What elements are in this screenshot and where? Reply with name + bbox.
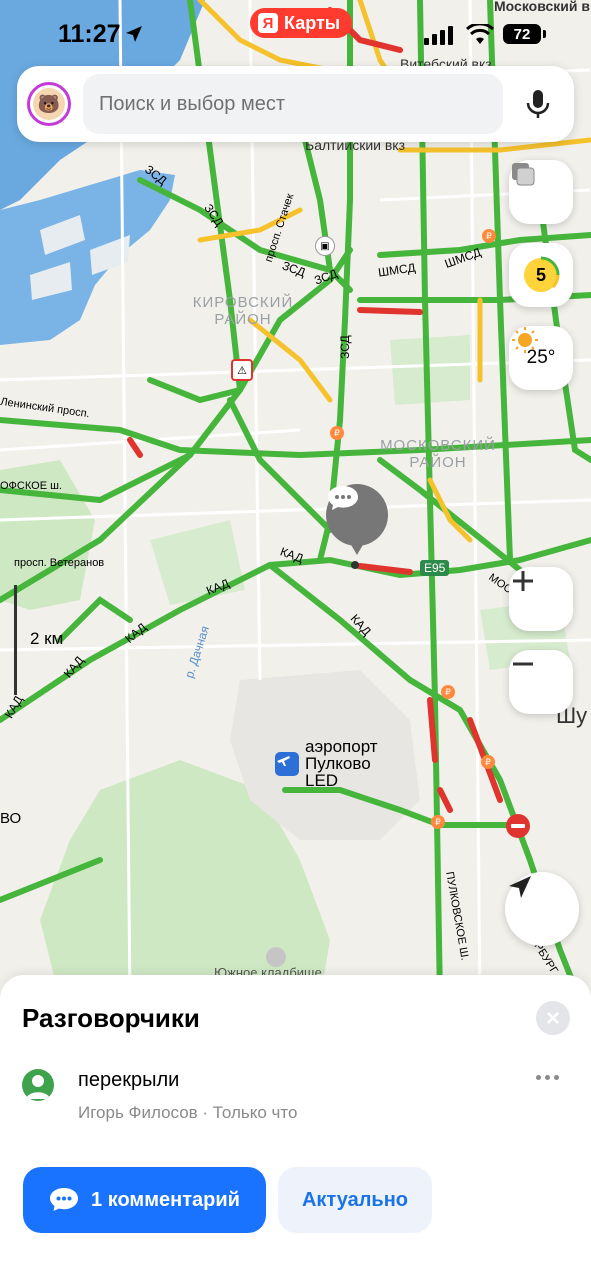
zsd-label: ЗСД <box>337 335 352 359</box>
traffic-ring-icon <box>540 256 560 289</box>
map-canvas[interactable] <box>0 0 591 1000</box>
more-options-icon[interactable] <box>536 1075 559 1080</box>
metro-marker[interactable]: ₽ <box>482 229 496 243</box>
scale-label: 2 км <box>30 629 64 648</box>
wifi-icon <box>466 24 494 44</box>
search-bar[interactable]: 🐻 <box>17 66 574 142</box>
search-input[interactable] <box>83 74 503 134</box>
traffic-button[interactable]: 5 <box>509 243 573 307</box>
parking-marker[interactable]: ▣ <box>315 236 335 256</box>
my-location-button[interactable] <box>505 872 579 946</box>
no-entry-marker[interactable] <box>506 814 530 838</box>
comments-button-label: 1 комментарий <box>91 1188 240 1211</box>
airport-label[interactable]: аэропорт Пулково LED <box>305 738 395 789</box>
kirovsky-district-label: КИРОВСКИЙ РАЙОН <box>192 294 294 328</box>
battery-indicator: 72 <box>503 24 546 44</box>
comment-text: перекрыли <box>78 1069 180 1091</box>
comments-sheet[interactable]: Разговорчики перекрыли Игорь Филосов · Т… <box>0 975 591 1280</box>
chat-bubble-icon <box>50 1188 79 1211</box>
close-icon <box>547 1012 559 1024</box>
map-view[interactable]: ₽ ▣ ⚠ ₽ ₽ ₽ ₽ Московский в Витебский вкз… <box>0 0 591 1000</box>
fuel-marker[interactable]: ₽ <box>441 685 455 699</box>
vo-label: ВО <box>0 810 22 827</box>
user-icon <box>26 1075 50 1099</box>
accident-marker[interactable]: ⚠ <box>231 359 253 381</box>
search-field[interactable] <box>83 74 503 134</box>
microphone-icon[interactable] <box>523 88 553 120</box>
layers-button[interactable] <box>509 160 573 224</box>
profile-avatar[interactable]: 🐻 <box>27 82 71 126</box>
yandex-logo-icon: Я <box>258 13 278 33</box>
relevant-button[interactable]: Актуально <box>278 1167 432 1233</box>
minus-icon <box>513 662 533 666</box>
user-avatar[interactable] <box>22 1069 54 1101</box>
relevant-button-label: Актуально <box>301 1188 409 1211</box>
comment-pin[interactable] <box>326 484 388 555</box>
navigation-arrow-icon <box>509 876 531 898</box>
weather-button[interactable]: 25° <box>509 326 573 390</box>
close-button[interactable] <box>536 1001 570 1035</box>
comments-button[interactable]: 1 комментарий <box>23 1167 266 1233</box>
cellular-signal-icon <box>424 26 453 45</box>
yandex-maps-badge[interactable]: Я Карты <box>250 8 353 38</box>
sheet-title: Разговорчики <box>22 1003 200 1033</box>
sun-icon <box>512 327 538 353</box>
zoom-in-button[interactable] <box>509 567 573 631</box>
status-bar: 11:27 Я Карты 72 <box>0 0 591 66</box>
airport-icon[interactable] <box>275 752 299 776</box>
fuel-marker[interactable]: ₽ <box>481 755 495 769</box>
zoom-out-button[interactable] <box>509 650 573 714</box>
avatar-bear-icon: 🐻 <box>33 88 65 120</box>
fuel-marker[interactable]: ₽ <box>330 426 344 440</box>
chat-bubble-icon <box>328 486 358 510</box>
e95-badge: E95 <box>420 560 450 576</box>
layers-icon <box>512 163 535 186</box>
yandex-maps-badge-label: Карты <box>284 12 341 33</box>
plus-icon <box>513 571 533 591</box>
location-services-icon <box>126 26 142 42</box>
fuel-marker[interactable]: ₽ <box>431 815 445 829</box>
comment-meta: Игорь Филосов · Только что <box>78 1103 298 1122</box>
krasnoselskoe-label: ОФСКОЕ ш. <box>0 480 62 492</box>
veteranov-label: просп. Ветеранов <box>14 557 105 569</box>
status-time: 11:27 <box>58 20 121 48</box>
moskovsky-district-label: МОСКОВСКИЙ РАЙОН <box>380 437 496 471</box>
